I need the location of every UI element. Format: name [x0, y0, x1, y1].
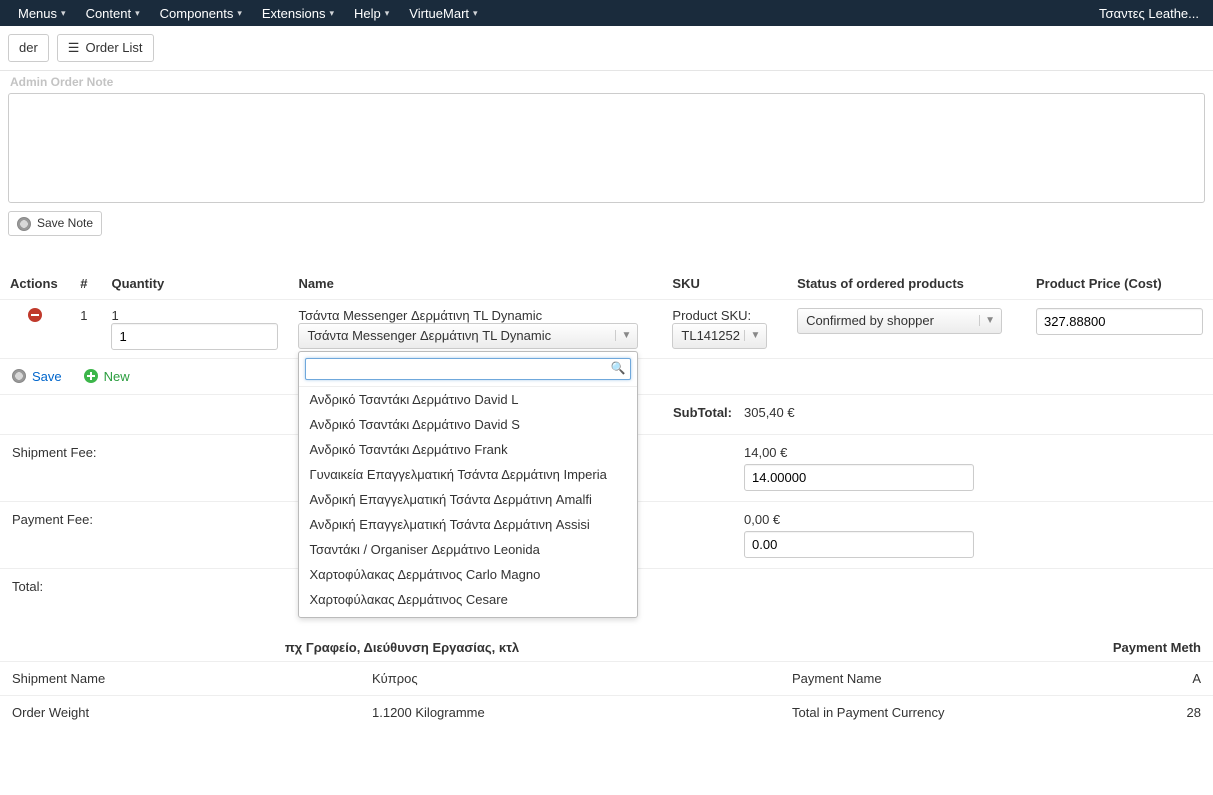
bottom-info-table: Shipment Name Κύπρος Payment Name Α Orde…: [0, 661, 1213, 729]
dropdown-search-input[interactable]: [305, 358, 631, 380]
order-weight-label: Order Weight: [0, 695, 360, 729]
select-value: Τσάντα Messenger Δερμάτινη TL Dynamic: [307, 328, 551, 343]
site-name[interactable]: Τσαντες Leathe...: [1099, 6, 1205, 21]
dropdown-option[interactable]: Ανδρικό Τσαντάκι Δερμάτινο Frank: [299, 437, 637, 462]
nav-label: Content: [86, 6, 132, 21]
quantity-input[interactable]: [111, 323, 278, 350]
payment-fee-input[interactable]: [744, 531, 974, 558]
select-value: TL141252: [681, 328, 740, 343]
caret-icon: ▾: [385, 8, 390, 19]
th-status: Status of ordered products: [787, 268, 1026, 300]
nav-label: Menus: [18, 6, 57, 21]
row-index: 1: [70, 299, 101, 358]
subtotal-value: 305,40 €: [744, 405, 974, 424]
admin-order-note-title: Admin Order Note: [0, 69, 1213, 89]
chevron-down-icon: ▼: [615, 330, 631, 341]
nav-extensions[interactable]: Extensions▾: [252, 0, 344, 26]
table-row: Order Weight 1.1200 Kilogramme Total in …: [0, 695, 1213, 729]
payment-method-heading: Payment Meth: [792, 640, 1201, 655]
dropdown-option[interactable]: Ανδρική Επαγγελματική Τσάντα Δερμάτινη A…: [299, 512, 637, 537]
caret-icon: ▾: [329, 8, 334, 19]
product-name-select[interactable]: Τσάντα Messenger Δερμάτινη TL Dynamic ▼: [298, 323, 638, 349]
order-button[interactable]: der: [8, 34, 49, 62]
plus-icon: [84, 369, 98, 383]
dropdown-option[interactable]: Ανδρικό Τσαντάκι Δερμάτινο David L: [299, 387, 637, 412]
qty-text: 1: [111, 308, 278, 323]
payment-name-value: Α: [1160, 661, 1213, 695]
table-row: 1 1 Τσάντα Messenger Δερμάτινη TL Dynami…: [0, 299, 1213, 358]
product-price-input[interactable]: [1036, 308, 1203, 335]
select-value: Confirmed by shopper: [806, 313, 934, 328]
total-currency-label: Total in Payment Currency: [780, 695, 1160, 729]
chevron-down-icon: ▼: [744, 330, 760, 341]
dropdown-option[interactable]: Γυναικεία Επαγγελματική Τσάντα Δερμάτινη…: [299, 462, 637, 487]
shipping-address-heading: πχ Γραφείο, Διεύθυνση Εργασίας, κτλ: [12, 640, 792, 655]
order-weight-value: 1.1200 Kilogramme: [360, 695, 780, 729]
shipment-fee-text: 14,00 €: [744, 445, 974, 464]
remove-icon[interactable]: [28, 308, 42, 322]
dropdown-option[interactable]: Χαρτοφύλακας Δερμάτινος Carlo Magno: [299, 562, 637, 587]
th-hash: #: [70, 268, 101, 300]
dropdown-option[interactable]: Ανδρικό Τσαντάκι Δερμάτινο David S: [299, 412, 637, 437]
nav-label: Extensions: [262, 6, 326, 21]
new-link[interactable]: New: [84, 369, 130, 384]
caret-icon: ▾: [135, 8, 140, 19]
dropdown-option[interactable]: Χαρτοφύλακας Δερμάτινος Cesare: [299, 587, 637, 612]
nav-label: Components: [160, 6, 234, 21]
status-select[interactable]: Confirmed by shopper ▼: [797, 308, 1002, 334]
caret-icon: ▾: [237, 8, 242, 19]
product-name-text: Τσάντα Messenger Δερμάτινη TL Dynamic: [298, 308, 652, 323]
product-dropdown-panel: 🔍 Ανδρικό Τσαντάκι Δερμάτινο David L Ανδ…: [298, 351, 638, 618]
caret-icon: ▾: [473, 8, 478, 19]
th-name: Name: [288, 268, 662, 300]
th-quantity: Quantity: [101, 268, 288, 300]
dropdown-option[interactable]: Τσαντάκι / Organiser Δερμάτινο Leonida: [299, 537, 637, 562]
sku-label: Product SKU:: [672, 308, 777, 323]
payment-fee-text: 0,00 €: [744, 512, 974, 531]
th-actions: Actions: [0, 268, 70, 300]
dropdown-list[interactable]: Ανδρικό Τσαντάκι Δερμάτινο David L Ανδρι…: [299, 387, 637, 617]
dropdown-option[interactable]: Ανδρική Επαγγελματική Τσάντα Δερμάτινη A…: [299, 487, 637, 512]
save-note-button[interactable]: Save Note: [8, 211, 102, 236]
total-label: Total:: [12, 579, 43, 594]
save-icon: [17, 217, 31, 231]
sku-select[interactable]: TL141252 ▼: [672, 323, 767, 349]
table-row: Shipment Name Κύπρος Payment Name Α: [0, 661, 1213, 695]
order-items-table: Actions # Quantity Name SKU Status of or…: [0, 268, 1213, 359]
nav-label: VirtueMart: [409, 6, 469, 21]
payment-name-label: Payment Name: [780, 661, 1160, 695]
dropdown-option[interactable]: Τσάντα Laptop Δερμάτινη Milano: [299, 612, 637, 617]
order-list-button[interactable]: ☰ Order List: [57, 34, 154, 62]
shipment-name-label: Shipment Name: [0, 661, 360, 695]
toolbar: der ☰ Order List: [0, 26, 1213, 71]
th-sku: SKU: [662, 268, 787, 300]
shipment-name-value: Κύπρος: [360, 661, 780, 695]
shipment-fee-input[interactable]: [744, 464, 974, 491]
admin-order-note-textarea[interactable]: [8, 93, 1205, 203]
bottom-headings: πχ Γραφείο, Διεύθυνση Εργασίας, κτλ Paym…: [0, 634, 1213, 661]
chevron-down-icon: ▼: [979, 315, 995, 326]
nav-menus[interactable]: Menus ▾: [8, 0, 76, 26]
list-icon: ☰: [68, 39, 80, 57]
nav-content[interactable]: Content▾: [76, 0, 150, 26]
total-currency-value: 28: [1160, 695, 1213, 729]
th-price: Product Price (Cost): [1026, 268, 1213, 300]
nav-components[interactable]: Components▾: [150, 0, 252, 26]
nav-help[interactable]: Help ▾: [344, 0, 399, 26]
nav-label: Help: [354, 6, 381, 21]
save-link[interactable]: Save: [12, 369, 62, 384]
top-navbar: Menus▾ Content▾ Components▾ Extensions▾ …: [0, 0, 1213, 26]
caret-icon: ▾: [61, 8, 66, 19]
nav-virtuemart[interactable]: VirtueMart ▾: [399, 0, 487, 26]
save-icon: [12, 369, 26, 383]
